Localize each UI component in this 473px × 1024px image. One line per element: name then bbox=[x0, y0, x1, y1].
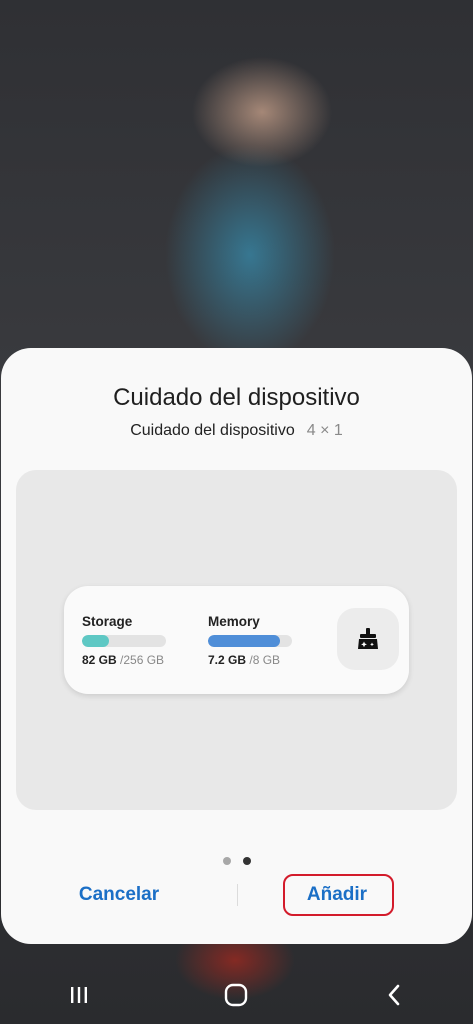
widget-subtitle: Cuidado del dispositivo 4 × 1 bbox=[1, 422, 472, 440]
page-indicator bbox=[1, 852, 472, 870]
storage-metric: Storage 82 GB /256 GB bbox=[82, 614, 166, 667]
storage-total: /256 GB bbox=[120, 653, 165, 667]
memory-value: 7.2 GB /8 GB bbox=[208, 653, 292, 667]
storage-bar-fill bbox=[82, 635, 109, 647]
storage-value: 82 GB /256 GB bbox=[82, 653, 166, 667]
broom-sparkle-icon bbox=[358, 628, 378, 649]
page-dot bbox=[242, 857, 251, 865]
storage-label: Storage bbox=[82, 614, 133, 629]
storage-bar bbox=[82, 635, 166, 647]
action-bar: Cancelar Añadir bbox=[1, 870, 472, 920]
clean-button[interactable] bbox=[337, 608, 399, 670]
device-care-widget: Storage 82 GB /256 GB Memory 7.2 GB /8 G… bbox=[64, 586, 409, 694]
memory-metric: Memory 7.2 GB /8 GB bbox=[208, 614, 292, 667]
memory-bar bbox=[208, 635, 292, 647]
navigation-bar bbox=[0, 966, 473, 1024]
back-button[interactable] bbox=[364, 966, 424, 1024]
add-widget-sheet: Cuidado del dispositivo Cuidado del disp… bbox=[1, 348, 472, 944]
page-dot bbox=[222, 857, 231, 865]
cancel-button[interactable]: Cancelar bbox=[1, 870, 237, 920]
home-icon bbox=[225, 983, 248, 1007]
storage-used: 82 GB bbox=[82, 653, 117, 667]
add-button[interactable]: Añadir bbox=[238, 870, 436, 920]
widget-name: Cuidado del dispositivo bbox=[130, 422, 295, 439]
memory-total: /8 GB bbox=[249, 653, 281, 667]
memory-label: Memory bbox=[208, 614, 260, 629]
sheet-title: Cuidado del dispositivo bbox=[113, 384, 360, 411]
back-icon bbox=[388, 984, 400, 1006]
recents-button[interactable] bbox=[49, 966, 109, 1024]
widget-size: 4 × 1 bbox=[306, 422, 343, 439]
recents-icon bbox=[70, 987, 87, 1003]
memory-bar-fill bbox=[208, 635, 281, 647]
memory-used: 7.2 GB bbox=[208, 653, 247, 667]
widget-preview[interactable]: Storage 82 GB /256 GB Memory 7.2 GB /8 G… bbox=[16, 470, 457, 810]
home-button[interactable] bbox=[206, 966, 266, 1024]
